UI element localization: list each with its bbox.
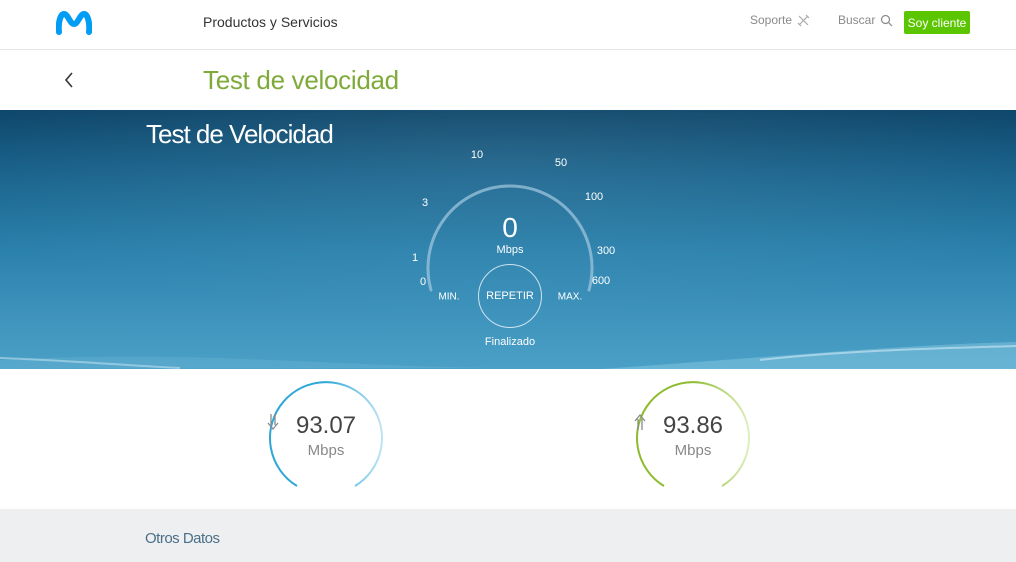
nav-products-services[interactable]: Productos y Servicios [203, 14, 338, 30]
gauge-scale-label: 600 [591, 275, 611, 287]
test-status: Finalizado [484, 336, 536, 348]
nav-support-label: Soporte [750, 13, 793, 27]
gauge-scale-label: 0 [419, 276, 427, 288]
tools-icon [797, 14, 810, 26]
gauge-scale-label: 100 [584, 191, 604, 203]
download-result: 93.07 Mbps [266, 378, 386, 498]
upload-value-row: 93.86 [633, 412, 753, 440]
other-data-label[interactable]: Otros Datos [145, 530, 220, 547]
arrow-up-icon [634, 413, 646, 430]
gauge-scale-label: 300 [596, 245, 616, 257]
gauge-min-label: MIN. [438, 291, 460, 303]
gauge-max-label: MAX. [557, 291, 583, 303]
page-header: Test de velocidad [0, 50, 1016, 110]
movistar-logo-icon[interactable] [56, 10, 92, 36]
gauge-scale-label: 1 [411, 252, 419, 264]
nav-search-link[interactable]: Buscar [838, 13, 893, 27]
current-speed-unit: Mbps [496, 244, 524, 256]
nav-search-label: Buscar [838, 13, 876, 27]
search-icon [881, 14, 893, 26]
chevron-left-icon[interactable] [62, 70, 76, 90]
gauge-scale-label: 3 [421, 197, 429, 209]
other-data-section: Otros Datos [0, 509, 1016, 562]
current-speed-value: 0 [502, 212, 518, 243]
soy-cliente-button[interactable]: Soy cliente [904, 11, 970, 34]
download-value-row: 93.07 [266, 412, 386, 440]
upload-speed-value: 93.86 [662, 412, 724, 439]
download-speed-unit: Mbps [307, 442, 345, 459]
arrow-down-icon [267, 414, 279, 431]
top-navbar: Productos y Servicios Soporte Buscar Soy… [0, 0, 1016, 50]
upload-speed-unit: Mbps [674, 442, 712, 459]
repeat-test-button[interactable]: REPETIR [478, 264, 542, 328]
upload-result: 93.86 Mbps [633, 378, 753, 498]
page-title: Test de velocidad [203, 65, 399, 95]
nav-support-link[interactable]: Soporte [750, 13, 810, 27]
gauge-scale-label: 10 [470, 149, 484, 161]
download-speed-value: 93.07 [295, 412, 357, 439]
speed-test-hero: Test de Velocidad 0 1 3 10 50 100 300 60… [0, 110, 1016, 369]
hero-title: Test de Velocidad [146, 119, 334, 149]
gauge-scale-label: 50 [554, 157, 568, 169]
